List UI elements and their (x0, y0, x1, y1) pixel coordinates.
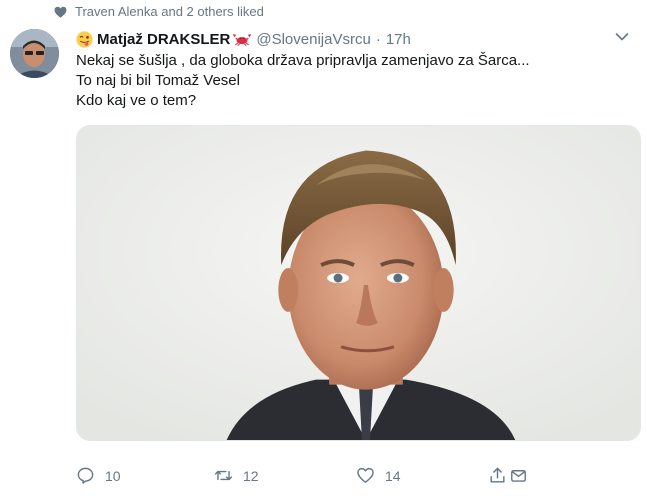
heart-icon (54, 6, 67, 18)
like-icon (357, 467, 374, 483)
social-context[interactable]: Traven Alenka and 2 others liked (54, 4, 264, 19)
reply-button[interactable]: 10 (76, 466, 121, 485)
author-handle[interactable]: @SlovenijaVsrcu (256, 31, 370, 48)
tweet-text-line: To naj bi bil Tomaž Vesel (76, 72, 240, 89)
retweet-button[interactable]: 12 (214, 466, 259, 485)
share-button[interactable] (488, 466, 528, 485)
author-name[interactable]: Matjaž DRAKSLER (97, 31, 230, 48)
retweet-count: 12 (243, 467, 259, 484)
reply-count: 10 (105, 467, 121, 484)
tweet-actions: 10 12 14 (76, 466, 536, 490)
retweet-icon (214, 470, 233, 481)
tweet-photo[interactable] (76, 125, 641, 441)
crab-icon (233, 34, 252, 46)
social-context-text: Traven Alenka and 2 others liked (75, 4, 264, 19)
chevron-down-icon[interactable] (615, 32, 629, 42)
tweet-header: Matjaž DRAKSLER @SlovenijaVsrcu · 17h (76, 28, 637, 50)
share-icon (490, 467, 505, 483)
reply-icon (77, 467, 94, 484)
portrait-photo (77, 126, 640, 440)
like-button[interactable]: 14 (356, 466, 401, 485)
like-count: 14 (385, 467, 401, 484)
separator-dot: · (375, 30, 381, 48)
winking-face-tongue-icon (76, 30, 93, 48)
avatar[interactable] (10, 29, 59, 78)
tweet-time[interactable]: 17h (386, 31, 411, 48)
tweet-text: Nekaj se šušlja , da globoka država prip… (76, 51, 616, 111)
tweet-text-line: Nekaj se šušlja , da globoka država prip… (76, 52, 530, 69)
dm-envelope-icon (511, 470, 526, 482)
avatar-image (10, 29, 59, 78)
tweet-text-line: Kdo kaj ve o tem? (76, 92, 197, 109)
